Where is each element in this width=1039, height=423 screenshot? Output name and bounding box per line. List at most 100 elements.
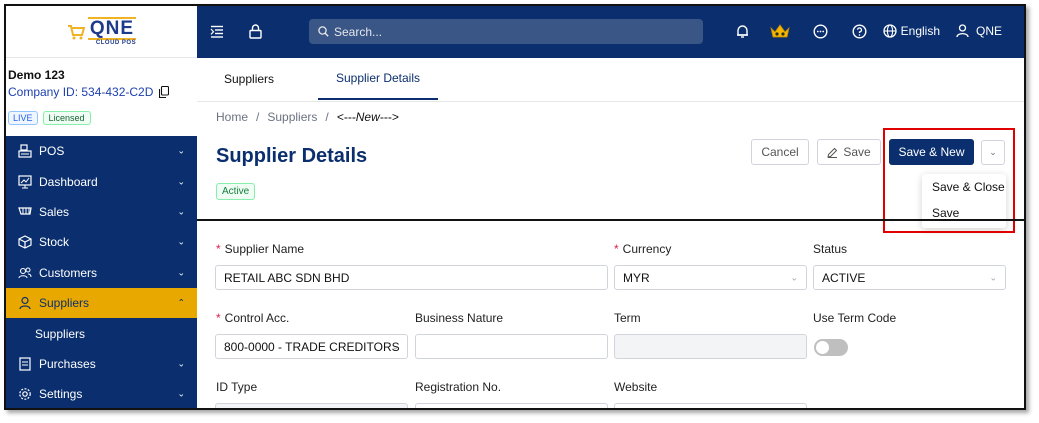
- required-mark: *: [614, 242, 619, 256]
- sidebar-item-pos[interactable]: POS ⌄: [6, 136, 197, 166]
- sidebar-item-stock[interactable]: Stock ⌄: [6, 227, 197, 257]
- breadcrumb-separator: /: [325, 110, 329, 124]
- help-icon[interactable]: [852, 24, 867, 39]
- status-badge: Active: [216, 183, 256, 200]
- top-bar: Search... English QNE: [197, 6, 1024, 58]
- currency-value: MYR: [623, 270, 650, 285]
- search-input[interactable]: Search...: [309, 19, 703, 44]
- chevron-down-icon: ⌄: [177, 388, 185, 399]
- chevron-down-icon: ⌄: [177, 267, 185, 278]
- registration-no-input[interactable]: [415, 403, 608, 408]
- chevron-down-icon: ⌄: [177, 236, 185, 247]
- breadcrumb-suppliers[interactable]: Suppliers: [267, 110, 317, 124]
- chevron-down-icon: ⌄: [391, 341, 399, 351]
- tab-supplier-details[interactable]: Supplier Details: [318, 58, 438, 100]
- chevron-down-icon: ⌄: [177, 206, 185, 217]
- chat-icon[interactable]: [813, 24, 828, 39]
- sidebar-item-sales[interactable]: Sales ⌄: [6, 197, 197, 227]
- registration-no-label: Registration No.: [415, 380, 502, 394]
- sidebar-item-customers[interactable]: Customers ⌄: [6, 258, 197, 288]
- company-name: Demo 123: [8, 68, 65, 82]
- settings-icon: [18, 387, 32, 401]
- sidebar-item-label: POS: [39, 144, 65, 159]
- suppliers-icon: [18, 296, 32, 310]
- tab-bar: Suppliers Supplier Details: [197, 58, 1024, 102]
- pos-icon: [18, 144, 32, 158]
- required-mark: *: [216, 242, 221, 256]
- user-menu[interactable]: QNE: [956, 24, 1002, 38]
- bell-icon[interactable]: [736, 24, 749, 39]
- dashboard-icon: [18, 174, 32, 189]
- sidebar-item-label: Purchases: [39, 356, 96, 371]
- status-value: ACTIVE: [822, 270, 866, 285]
- tab-suppliers[interactable]: Suppliers: [224, 58, 274, 100]
- language-selector[interactable]: English: [882, 24, 940, 38]
- website-input[interactable]: [614, 403, 807, 408]
- logo-text: QNE: [87, 17, 137, 40]
- use-term-code-label: Use Term Code: [813, 311, 897, 325]
- chevron-down-icon: ⌄: [177, 145, 185, 156]
- customers-icon: [18, 266, 32, 280]
- language-label: English: [900, 24, 940, 38]
- globe-icon: [882, 24, 897, 38]
- term-label: Term: [614, 311, 641, 325]
- sales-icon: [18, 205, 32, 219]
- sidebar-item-settings[interactable]: Settings ⌄: [6, 379, 197, 408]
- supplier-name-label: * Supplier Name: [216, 242, 304, 256]
- chevron-down-icon: ⌄: [177, 358, 185, 369]
- search-placeholder: Search...: [334, 24, 383, 39]
- logo-subtext: CLOUD POS: [95, 40, 137, 46]
- business-nature-input[interactable]: [415, 334, 608, 359]
- sidebar-item-label: Stock: [39, 235, 70, 250]
- use-term-code-toggle[interactable]: [814, 339, 848, 356]
- user-name: QNE: [975, 24, 1002, 38]
- chevron-down-icon: ⌄: [790, 272, 798, 282]
- search-icon: [318, 26, 329, 37]
- sidebar-item-suppliers[interactable]: Suppliers ⌃: [6, 287, 197, 319]
- pencil-icon: [827, 147, 838, 158]
- business-nature-label: Business Nature: [415, 311, 504, 325]
- currency-label-text: Currency: [622, 242, 672, 256]
- sidebar-menu: POS ⌄ Dashboard ⌄ Sales ⌄ Stock ⌄ Custom…: [6, 136, 197, 408]
- licensed-badge: Licensed: [42, 111, 91, 125]
- sidebar-item-label: Sales: [39, 204, 70, 219]
- currency-label: * Currency: [614, 242, 671, 256]
- chevron-down-icon: ⌄: [989, 272, 997, 282]
- status-select[interactable]: ACTIVE ⌄: [813, 265, 1006, 290]
- breadcrumb-separator: /: [256, 110, 260, 124]
- chevron-up-icon: ⌃: [177, 297, 185, 308]
- toggle-knob: [816, 341, 829, 354]
- currency-select[interactable]: MYR ⌄: [614, 265, 807, 290]
- sidebar-item-dashboard[interactable]: Dashboard ⌄: [6, 166, 197, 196]
- sidebar-item-label: Dashboard: [39, 174, 98, 189]
- header-divider: [197, 219, 1024, 221]
- crown-icon[interactable]: [769, 22, 791, 40]
- status-label: Status: [813, 242, 848, 256]
- cart-logo-icon: [67, 24, 85, 39]
- control-acc-select[interactable]: 800-0000 - TRADE CREDITORS ⌄: [215, 334, 408, 359]
- required-mark: *: [216, 311, 221, 325]
- copy-icon[interactable]: [159, 86, 170, 98]
- id-type-label: ID Type: [216, 380, 258, 394]
- breadcrumb-home[interactable]: Home: [216, 110, 248, 124]
- sidebar: QNE CLOUD POS Demo 123 Company ID: 534-4…: [6, 6, 197, 408]
- control-acc-label-text: Control Acc.: [224, 311, 290, 325]
- purchases-icon: [18, 357, 32, 371]
- supplier-name-label-text: Supplier Name: [224, 242, 305, 256]
- submenu-item-suppliers[interactable]: Suppliers: [6, 318, 197, 349]
- app-window: QNE CLOUD POS Demo 123 Company ID: 534-4…: [4, 4, 1026, 410]
- supplier-name-input[interactable]: RETAIL ABC SDN BHD: [215, 265, 608, 290]
- page-title: Supplier Details: [216, 145, 368, 167]
- save-button[interactable]: Save: [817, 139, 881, 165]
- lock-icon[interactable]: [249, 24, 262, 39]
- sidebar-item-purchases[interactable]: Purchases ⌄: [6, 349, 197, 379]
- logo-area: QNE CLOUD POS: [6, 6, 197, 58]
- cancel-button[interactable]: Cancel: [751, 139, 809, 165]
- sidebar-item-label: Customers: [39, 265, 98, 280]
- term-input[interactable]: [614, 334, 807, 359]
- id-type-select[interactable]: [215, 403, 408, 408]
- menu-collapse-icon[interactable]: [210, 25, 224, 38]
- logo[interactable]: QNE CLOUD POS: [67, 17, 137, 46]
- sidebar-item-label: Suppliers: [39, 296, 90, 311]
- company-info: Demo 123 Company ID: 534-432-C2D LIVE Li…: [6, 58, 197, 136]
